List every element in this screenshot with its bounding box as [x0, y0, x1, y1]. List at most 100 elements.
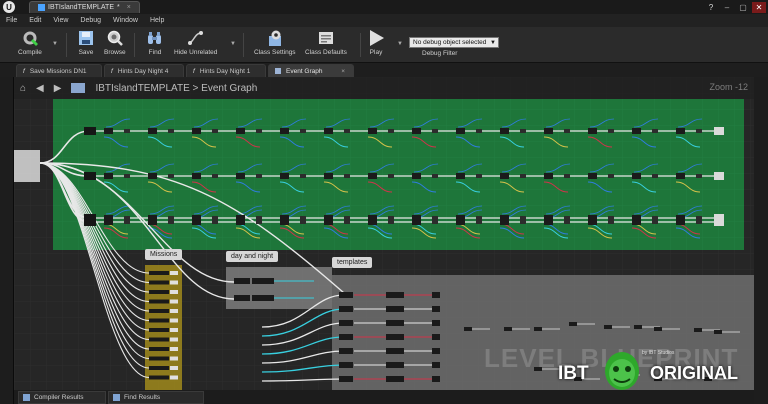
tab-hints-day-night-4[interactable]: f Hints Day Night 4 — [104, 64, 184, 77]
mission-node[interactable] — [149, 309, 169, 313]
reroute-node[interactable] — [696, 174, 702, 178]
back-arrow-icon[interactable]: ◀ — [36, 83, 44, 94]
template-node[interactable] — [386, 362, 404, 368]
reroute-node[interactable] — [696, 129, 702, 133]
reroute-node[interactable] — [256, 216, 262, 220]
function-node[interactable] — [456, 128, 465, 134]
reroute-node[interactable] — [344, 220, 350, 224]
function-node[interactable] — [412, 173, 421, 179]
function-node[interactable] — [368, 128, 377, 134]
save-button[interactable]: Save — [77, 29, 95, 56]
template-node[interactable] — [604, 325, 612, 329]
day-night-node[interactable] — [252, 295, 274, 301]
function-node[interactable] — [676, 128, 685, 134]
day-night-node[interactable] — [252, 278, 274, 284]
home-icon[interactable]: ⌂ — [20, 83, 26, 94]
template-node[interactable] — [694, 328, 702, 332]
function-node[interactable] — [324, 128, 333, 134]
tab-find-results[interactable]: Find Results — [108, 390, 204, 404]
function-node[interactable] — [104, 128, 113, 134]
function-node[interactable] — [588, 173, 597, 179]
maximize-icon[interactable]: ▢ — [736, 2, 750, 13]
template-node[interactable] — [432, 376, 440, 382]
template-node[interactable] — [569, 322, 577, 326]
mission-pin[interactable] — [170, 280, 178, 285]
function-node[interactable] — [412, 128, 421, 134]
template-node[interactable] — [714, 330, 722, 334]
function-node[interactable] — [632, 173, 641, 179]
function-node[interactable] — [368, 173, 377, 179]
help-icon[interactable]: ? — [704, 2, 718, 13]
function-node[interactable] — [104, 219, 113, 225]
tab-save-missions-dn1[interactable]: f Save Missions DN1 — [16, 64, 102, 77]
template-node[interactable] — [339, 320, 353, 326]
mission-node[interactable] — [149, 290, 169, 294]
reroute-node[interactable] — [564, 220, 570, 224]
template-node[interactable] — [339, 348, 353, 354]
reroute-node[interactable] — [476, 129, 482, 133]
reroute-node[interactable] — [124, 220, 130, 224]
reroute-node[interactable] — [696, 216, 702, 220]
template-node[interactable] — [432, 334, 440, 340]
menu-window[interactable]: Window — [107, 17, 144, 24]
mission-pin[interactable] — [170, 347, 178, 351]
reroute-node[interactable] — [212, 216, 218, 220]
template-node[interactable] — [386, 348, 404, 354]
function-node[interactable] — [236, 219, 245, 225]
function-node[interactable] — [500, 173, 509, 179]
browse-button[interactable]: Browse — [104, 29, 126, 56]
reroute-node[interactable] — [432, 216, 438, 220]
unreal-logo-icon[interactable]: U — [3, 1, 15, 13]
reroute-node[interactable] — [652, 220, 658, 224]
function-node[interactable] — [104, 173, 113, 179]
reroute-node[interactable] — [476, 216, 482, 220]
mission-pin[interactable] — [170, 375, 178, 380]
function-node[interactable] — [676, 219, 685, 225]
find-button[interactable]: Find — [146, 29, 164, 56]
function-node[interactable] — [236, 173, 245, 179]
reroute-node[interactable] — [344, 129, 350, 133]
reroute-node[interactable] — [564, 129, 570, 133]
template-node[interactable] — [504, 327, 512, 331]
function-node[interactable] — [500, 219, 509, 225]
mission-node[interactable] — [149, 280, 169, 285]
reroute-node[interactable] — [212, 174, 218, 178]
reroute-node[interactable] — [300, 174, 306, 178]
function-node[interactable] — [192, 128, 201, 134]
template-node[interactable] — [339, 362, 353, 368]
reroute-node[interactable] — [696, 220, 702, 224]
mission-node[interactable] — [149, 271, 169, 275]
reroute-node[interactable] — [124, 174, 130, 178]
function-node[interactable] — [324, 173, 333, 179]
reroute-node[interactable] — [256, 129, 262, 133]
reroute-node[interactable] — [300, 220, 306, 224]
reroute-node[interactable] — [432, 220, 438, 224]
reroute-node[interactable] — [520, 129, 526, 133]
menu-debug[interactable]: Debug — [74, 17, 107, 24]
reroute-node[interactable] — [432, 174, 438, 178]
reroute-node[interactable] — [432, 129, 438, 133]
function-node[interactable] — [544, 173, 553, 179]
day-night-comment-label[interactable]: day and night — [226, 251, 279, 262]
function-node[interactable] — [280, 128, 289, 134]
reroute-node[interactable] — [212, 129, 218, 133]
function-node[interactable] — [456, 219, 465, 225]
template-node[interactable] — [386, 292, 404, 298]
function-node[interactable] — [280, 173, 289, 179]
missions-comment-label[interactable]: Missions — [145, 249, 183, 260]
mission-pin[interactable] — [170, 366, 178, 370]
template-node[interactable] — [432, 362, 440, 368]
mission-pin[interactable] — [170, 356, 178, 361]
mission-node[interactable] — [149, 328, 169, 332]
mission-node[interactable] — [149, 318, 169, 323]
reroute-node[interactable] — [388, 220, 394, 224]
hide-unrelated-options-icon[interactable]: ▼ — [230, 41, 236, 47]
day-night-node[interactable] — [234, 295, 250, 301]
reroute-node[interactable] — [168, 216, 174, 220]
function-node[interactable] — [588, 219, 597, 225]
play-options-icon[interactable]: ▼ — [397, 41, 403, 47]
event-node[interactable] — [84, 127, 96, 135]
function-node[interactable] — [280, 219, 289, 225]
reroute-node[interactable] — [256, 220, 262, 224]
function-node[interactable] — [324, 219, 333, 225]
